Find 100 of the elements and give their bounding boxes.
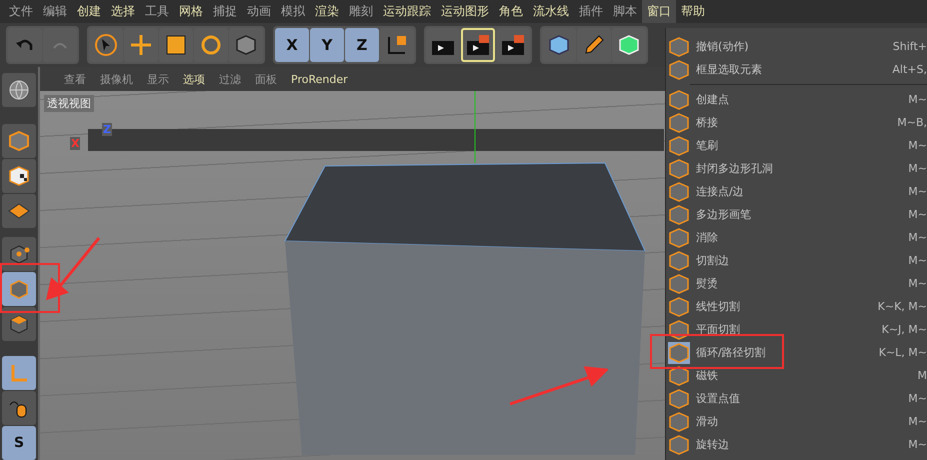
menu-item[interactable]: 窗口 (642, 0, 676, 23)
cube-edges-icon (8, 278, 30, 300)
menu-entry[interactable]: 笔刷 (696, 138, 908, 153)
axis-label: Z (102, 123, 112, 136)
pen-button[interactable] (577, 28, 611, 62)
shortcut-text: K~J, M~ (882, 323, 927, 336)
rotate-icon (200, 34, 222, 56)
shortcut-text: M~ (908, 231, 927, 244)
menu-entry[interactable]: 多边形画笔 (696, 207, 908, 222)
menu-entry[interactable]: 切割边 (696, 253, 908, 268)
menu-item[interactable]: 选择 (106, 0, 140, 23)
viewport-menu-item[interactable]: 面板 (255, 72, 277, 86)
shortcut-text: M (918, 369, 927, 382)
shortcut-text: M~ (908, 162, 927, 175)
tool-button[interactable] (2, 391, 36, 425)
axis-cube-icon (385, 33, 409, 57)
menu-item[interactable]: 雕刻 (344, 0, 378, 23)
menu-item[interactable]: 捕捉 (208, 0, 242, 23)
menu-entry[interactable]: 连接点/边 (696, 184, 908, 199)
menu-entry[interactable]: 创建点 (696, 92, 908, 107)
menu-item[interactable]: 文件 (4, 0, 38, 23)
coordinate-button[interactable] (380, 28, 414, 62)
clapperboard-icon (465, 33, 491, 57)
undo-button[interactable] (8, 28, 42, 62)
viewport-menu-item[interactable]: 选项 (183, 72, 205, 86)
object-button[interactable] (229, 28, 263, 62)
axis-lock-button[interactable]: Z (345, 28, 379, 62)
menu-item[interactable]: 网格 (174, 0, 208, 23)
menu-entry[interactable]: 消除 (696, 230, 908, 245)
menu-item[interactable]: 帮助 (676, 0, 710, 23)
menu-item[interactable]: 动画 (242, 0, 276, 23)
shortcut-text: K~L, M~ (878, 346, 927, 359)
menu-item[interactable]: 脚本 (608, 0, 642, 23)
menu-item[interactable]: 创建 (72, 0, 106, 23)
move-arrows-icon (129, 33, 153, 57)
shortcut-text: Shift+ (892, 40, 927, 53)
shortcut-text: K~K, M~ (878, 300, 927, 313)
menu-item[interactable]: 模拟 (276, 0, 310, 23)
viewport-menu-item[interactable]: 查看 (64, 72, 86, 86)
pen-icon (583, 34, 605, 56)
menu-entry[interactable]: 框显选取元素 (696, 62, 892, 77)
cube-icon (8, 130, 30, 152)
menu-item[interactable]: 编辑 (38, 0, 72, 23)
shortcut-text: M~ (908, 254, 927, 267)
checker-cube-icon (8, 165, 30, 187)
menu-item[interactable]: 工具 (140, 0, 174, 23)
cursor-icon (94, 33, 118, 57)
cube-button[interactable] (542, 28, 576, 62)
render-button[interactable] (461, 28, 495, 62)
shortcut-text: M~ (908, 277, 927, 290)
shortcut-text: M~ (908, 438, 927, 451)
menu-entry[interactable]: 磁铁 (696, 368, 918, 383)
redo-icon (53, 41, 67, 49)
axis-label: X (70, 137, 80, 150)
axis-lock-button[interactable]: Y (310, 28, 344, 62)
menu-item[interactable]: 角色 (494, 0, 528, 23)
snap-button[interactable]: S (2, 426, 36, 460)
menu-item[interactable]: 插件 (574, 0, 608, 23)
scale-square-icon (165, 34, 187, 56)
shortcut-text: M~B, (897, 116, 927, 129)
shortcut-text: M~ (908, 208, 927, 221)
scale-button[interactable] (159, 28, 193, 62)
cube-points-icon (8, 243, 30, 265)
tool-button[interactable] (2, 159, 36, 193)
menu-entry[interactable]: 桥接 (696, 115, 898, 130)
shortcut-text: M~ (908, 93, 927, 106)
rotate-button[interactable] (194, 28, 228, 62)
menu-item[interactable]: 运动图形 (436, 0, 494, 23)
menu-entry[interactable]: 循环/路径切割 (696, 345, 879, 360)
box-icon (235, 34, 257, 56)
select-button[interactable] (89, 28, 123, 62)
menu-item[interactable]: 运动跟踪 (378, 0, 436, 23)
cube-icon (548, 34, 570, 56)
shortcut-text: M~ (908, 415, 927, 428)
tool-button[interactable] (2, 237, 36, 271)
clapperboard-icon (500, 33, 526, 57)
axis-lock-button[interactable]: X (275, 28, 309, 62)
shortcut-text: M~ (908, 139, 927, 152)
menu-entry[interactable]: 设置点值 (696, 391, 908, 406)
menu-entry[interactable]: 滑动 (696, 414, 908, 429)
menu-entry[interactable]: 平面切割 (696, 322, 882, 337)
menu-item[interactable]: 流水线 (528, 0, 574, 23)
cube-polygon-icon (8, 313, 30, 335)
menu-entry[interactable]: 熨烫 (696, 276, 908, 291)
viewport-menu-item[interactable]: 显示 (147, 72, 169, 86)
menu-entry[interactable]: 封闭多边形孔洞 (696, 161, 908, 176)
globe-icon (8, 79, 30, 101)
viewport-menu-item[interactable]: 摄像机 (100, 72, 133, 86)
tool-button[interactable] (2, 307, 36, 341)
annotation-box (0, 263, 60, 313)
shortcut-text: M~ (908, 185, 927, 198)
viewport-menu-item[interactable]: 过滤 (219, 72, 241, 86)
menu-entry[interactable]: 线性切割 (696, 299, 878, 314)
generator-button[interactable] (612, 28, 646, 62)
menu-entry[interactable]: 撤销(动作) (696, 39, 893, 54)
menu-entry[interactable]: 旋转边 (696, 437, 908, 452)
viewport-menu-item[interactable]: ProRender (291, 72, 348, 86)
menu-item[interactable]: 渲染 (310, 0, 344, 23)
cube-icon (618, 34, 640, 56)
shortcut-text: Alt+S, (892, 63, 927, 76)
